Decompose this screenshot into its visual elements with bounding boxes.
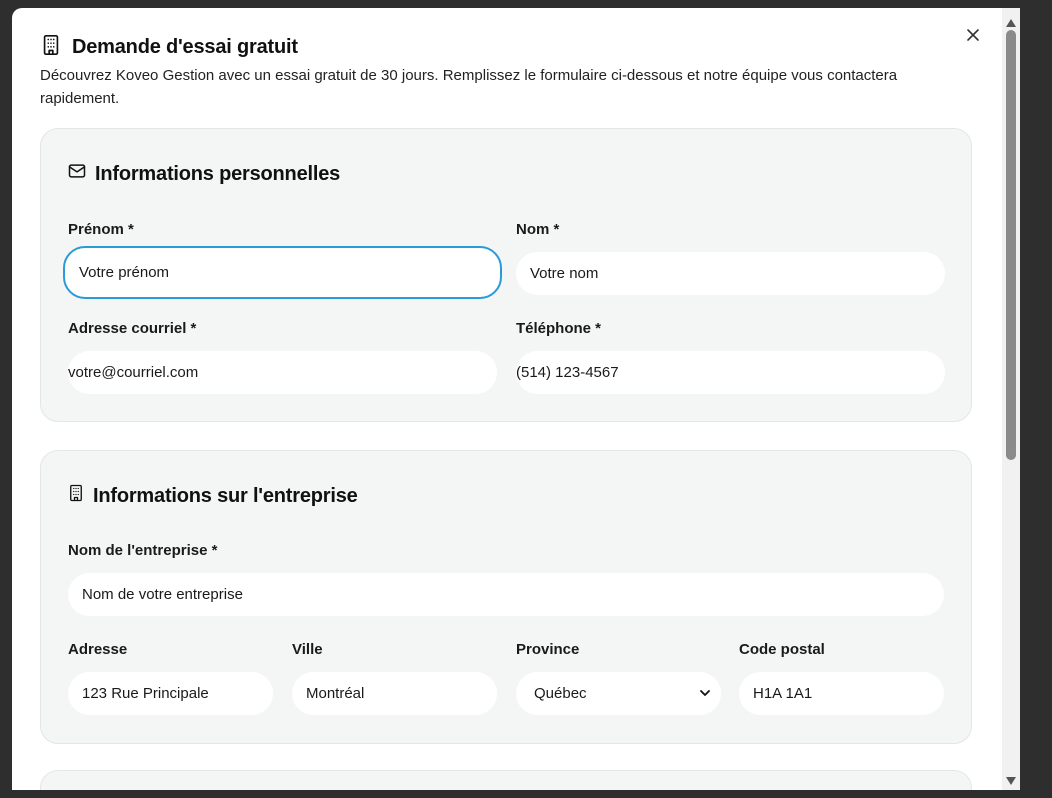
first-name-label: Prénom * (68, 221, 134, 238)
last-name-input[interactable]: Votre nom (516, 252, 945, 295)
company-info-section: Informations sur l'entreprise Nom de l'e… (40, 450, 972, 744)
postal-code-label: Code postal (739, 641, 825, 658)
address-input[interactable]: 123 Rue Principale (68, 672, 273, 715)
personal-info-section: Informations personnelles Prénom * Nom *… (40, 128, 972, 422)
chevron-down-icon (699, 686, 711, 703)
last-name-label: Nom * (516, 221, 560, 238)
building-icon (67, 483, 85, 509)
city-input[interactable]: Montréal (292, 672, 497, 715)
scroll-down-arrow-icon[interactable] (1006, 772, 1016, 790)
phone-label: Téléphone * (516, 320, 602, 337)
section-title-company: Informations sur l'entreprise (67, 483, 358, 509)
section-title-personal: Informations personnelles (67, 161, 340, 187)
company-name-label: Nom de l'entreprise * (68, 542, 218, 559)
close-icon[interactable] (966, 28, 980, 42)
next-section (40, 770, 972, 790)
email-label: Adresse courriel * (68, 320, 197, 337)
email-placeholder: votre@courriel.com (68, 364, 199, 381)
province-select[interactable]: Québec (516, 672, 721, 715)
dialog-content: Demande d'essai gratuit Découvrez Koveo … (12, 8, 1002, 790)
city-label: Ville (292, 641, 323, 658)
scrollbar-thumb[interactable] (1006, 30, 1016, 460)
dialog-description: Découvrez Koveo Gestion avec un essai gr… (40, 67, 898, 107)
company-name-input[interactable]: Nom de votre entreprise (68, 573, 944, 616)
email-input[interactable]: votre@courriel.com (68, 351, 497, 394)
building-icon (40, 34, 62, 61)
phone-placeholder: (514) 123-4567 (516, 364, 619, 381)
dialog-header: Demande d'essai gratuit (40, 34, 298, 61)
phone-input[interactable]: (514) 123-4567 (516, 351, 945, 394)
dialog-title: Demande d'essai gratuit (72, 36, 298, 58)
close-button[interactable] (964, 26, 982, 44)
postal-code-input[interactable]: H1A 1A1 (739, 672, 944, 715)
section-title-text: Informations sur l'entreprise (93, 484, 358, 507)
trial-request-dialog: Demande d'essai gratuit Découvrez Koveo … (12, 8, 1020, 790)
section-title-text: Informations personnelles (95, 162, 341, 185)
province-selected-value: Québec (534, 685, 587, 702)
first-name-input[interactable]: Votre prénom (63, 246, 502, 299)
province-label: Province (516, 641, 580, 658)
vertical-scrollbar[interactable] (1002, 8, 1020, 790)
mail-icon (67, 161, 87, 187)
address-label: Adresse (68, 641, 128, 658)
